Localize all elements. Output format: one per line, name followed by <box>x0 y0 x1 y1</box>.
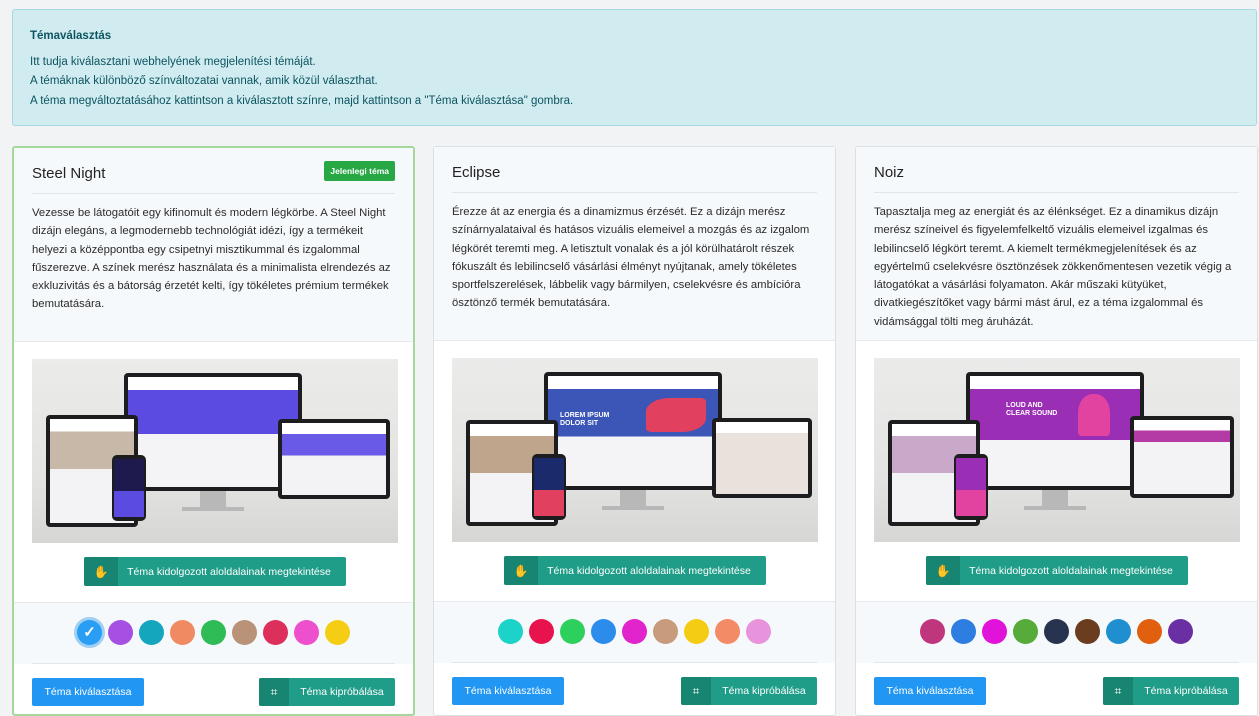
theme-preview-image <box>32 359 398 543</box>
color-swatch[interactable] <box>746 619 771 644</box>
divider <box>32 663 395 664</box>
try-theme-button[interactable]: ⌗ Téma kipróbálása <box>681 677 817 705</box>
try-theme-label: Téma kipróbálása <box>722 685 806 697</box>
color-swatch[interactable] <box>591 619 616 644</box>
color-swatch[interactable] <box>498 619 523 644</box>
divider <box>452 662 817 663</box>
theme-title: Steel Night <box>32 165 106 182</box>
color-swatch[interactable] <box>1137 619 1162 644</box>
theme-preview-image: LOUD AND CLEAR SOUND <box>874 358 1240 542</box>
color-swatch[interactable] <box>653 619 678 644</box>
theme-title: Eclipse <box>452 164 501 181</box>
theme-card-steel-night: Steel Night Jelenlegi téma Vezesse be lá… <box>12 146 415 716</box>
color-swatches <box>434 601 835 663</box>
view-subpages-button[interactable]: ✋ Téma kidolgozott aloldalainak megtekin… <box>926 556 1188 585</box>
theme-description: Tapasztalja meg az energiát és az élénks… <box>874 206 1232 328</box>
color-swatch[interactable] <box>1106 619 1131 644</box>
color-swatch[interactable] <box>529 619 554 644</box>
divider <box>874 662 1239 663</box>
view-subpages-label: Téma kidolgozott aloldalainak megtekinté… <box>547 564 751 577</box>
color-swatch[interactable] <box>951 619 976 644</box>
color-swatch[interactable] <box>201 620 226 645</box>
try-theme-label: Téma kipróbálása <box>1144 685 1228 697</box>
preview-hero-text: LOUD AND CLEAR SOUND <box>1006 402 1058 417</box>
choose-theme-button[interactable]: Téma kiválasztása <box>452 677 564 705</box>
theme-card-eclipse: Eclipse Érezze át az energia és a dinami… <box>433 146 836 716</box>
expand-icon: ⌗ <box>1103 677 1133 705</box>
color-swatch[interactable] <box>1075 619 1100 644</box>
try-theme-label: Téma kipróbálása <box>300 686 384 698</box>
color-swatch[interactable] <box>560 619 585 644</box>
color-swatch[interactable] <box>294 620 319 645</box>
color-swatch[interactable] <box>684 619 709 644</box>
info-title: Témaválasztás <box>30 30 112 42</box>
color-swatch[interactable] <box>715 619 740 644</box>
try-theme-button[interactable]: ⌗ Téma kipróbálása <box>259 678 395 706</box>
info-line: Itt tudja kiválasztani webhelyének megje… <box>30 55 316 68</box>
hand-icon: ✋ <box>926 556 960 585</box>
color-swatch[interactable] <box>325 620 350 645</box>
theme-description: Érezze át az energia és a dinamizmus érz… <box>452 206 810 310</box>
color-swatch[interactable] <box>1044 619 1069 644</box>
expand-icon: ⌗ <box>681 677 711 705</box>
view-subpages-label: Téma kidolgozott aloldalainak megtekinté… <box>127 565 331 578</box>
card-header: Noiz Tapasztalja meg az energiát és az é… <box>856 147 1257 341</box>
theme-description: Vezesse be látogatóit egy kifinomult és … <box>32 207 391 311</box>
info-line: A témáknak különböző színváltozatai vann… <box>30 75 378 87</box>
color-swatches <box>856 601 1257 663</box>
color-swatch[interactable] <box>139 620 164 645</box>
try-theme-button[interactable]: ⌗ Téma kipróbálása <box>1103 677 1239 705</box>
color-swatch[interactable] <box>170 620 195 645</box>
card-header: Eclipse Érezze át az energia és a dinami… <box>434 147 835 341</box>
theme-title: Noiz <box>874 164 905 181</box>
expand-icon: ⌗ <box>259 678 289 706</box>
view-subpages-button[interactable]: ✋ Téma kidolgozott aloldalainak megtekin… <box>84 557 346 586</box>
color-swatch[interactable] <box>1013 619 1038 644</box>
color-swatches: ✓ <box>14 602 413 664</box>
color-swatch[interactable] <box>232 620 257 645</box>
check-icon: ✓ <box>83 624 96 641</box>
preview-hero-text: LOREM IPSUM DOLOR SIT <box>560 412 610 427</box>
color-swatch[interactable] <box>108 620 133 645</box>
color-swatch[interactable] <box>982 619 1007 644</box>
theme-preview-image: LOREM IPSUM DOLOR SIT <box>452 358 818 542</box>
info-alert: Témaválasztás Itt tudja kiválasztani web… <box>12 9 1257 126</box>
color-swatch[interactable] <box>1168 619 1193 644</box>
color-swatch[interactable] <box>920 619 945 644</box>
view-subpages-label: Téma kidolgozott aloldalainak megtekinté… <box>969 564 1173 577</box>
hand-icon: ✋ <box>84 557 118 586</box>
choose-theme-button[interactable]: Téma kiválasztása <box>874 677 986 705</box>
hand-icon: ✋ <box>504 556 538 585</box>
color-swatch[interactable] <box>263 620 288 645</box>
theme-card-noiz: Noiz Tapasztalja meg az energiát és az é… <box>855 146 1258 716</box>
color-swatch[interactable] <box>622 619 647 644</box>
view-subpages-button[interactable]: ✋ Téma kidolgozott aloldalainak megtekin… <box>504 556 766 585</box>
color-swatch[interactable]: ✓ <box>77 620 102 645</box>
choose-theme-button[interactable]: Téma kiválasztása <box>32 678 144 706</box>
current-theme-badge: Jelenlegi téma <box>324 161 395 181</box>
info-line: A téma megváltoztatásához kattintson a k… <box>30 94 574 107</box>
card-header: Steel Night Jelenlegi téma Vezesse be lá… <box>14 148 413 342</box>
